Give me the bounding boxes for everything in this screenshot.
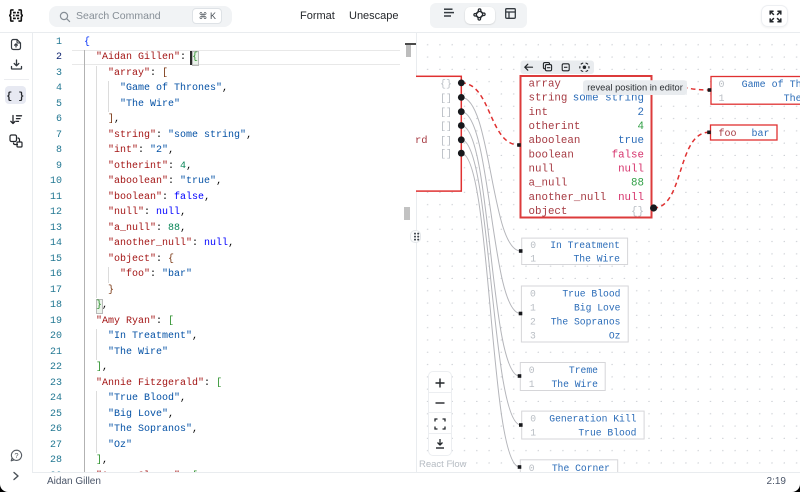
svg-text:1: 1 <box>530 253 536 264</box>
svg-text:Game of Thrones: Game of Thrones <box>742 79 800 91</box>
svg-text:0: 0 <box>530 240 536 251</box>
svg-text:True Blood: True Blood <box>578 427 636 438</box>
svg-text:The Wire: The Wire <box>551 379 598 390</box>
svg-text:{}: {} <box>631 205 644 217</box>
svg-text:4: 4 <box>638 121 644 133</box>
svg-text:true: true <box>618 135 644 147</box>
svg-text:object: object <box>529 205 568 217</box>
svg-text:foo: foo <box>719 128 737 140</box>
svg-text:Big Love: Big Love <box>574 302 621 313</box>
svg-text:null: null <box>618 191 644 203</box>
svg-text:0: 0 <box>719 80 725 91</box>
svg-text:The Sopranos: The Sopranos <box>551 316 621 327</box>
svg-text:1: 1 <box>529 379 535 390</box>
svg-text:0: 0 <box>530 413 536 424</box>
svg-text:2: 2 <box>638 106 644 118</box>
svg-text:null: null <box>618 163 644 175</box>
svg-text:Oz: Oz <box>609 330 621 341</box>
svg-text:another_null: another_null <box>529 191 607 203</box>
svg-text:88: 88 <box>631 177 644 189</box>
svg-text:1: 1 <box>530 427 536 438</box>
svg-text:The Wire: The Wire <box>784 93 800 105</box>
svg-text:[]: [] <box>440 107 452 119</box>
svg-text:3: 3 <box>530 330 536 341</box>
svg-text:0: 0 <box>530 288 536 299</box>
svg-text:1: 1 <box>719 94 725 105</box>
svg-text:2: 2 <box>530 316 536 327</box>
svg-text:{}: {} <box>440 78 452 90</box>
svg-text:[]: [] <box>440 121 452 133</box>
svg-text:1: 1 <box>530 302 536 313</box>
svg-text:bar: bar <box>751 128 769 140</box>
svg-text:aboolean: aboolean <box>529 135 581 147</box>
svg-text:a_null: a_null <box>529 177 568 189</box>
svg-text:?: ? <box>14 451 18 460</box>
svg-text:Generation Kill: Generation Kill <box>549 413 636 424</box>
svg-text:rd: rd <box>416 135 428 147</box>
svg-text:string: string <box>529 92 568 104</box>
svg-text:[]: [] <box>440 92 452 104</box>
svg-text:otherint: otherint <box>529 121 581 133</box>
svg-text:In Treatment: In Treatment <box>550 240 620 251</box>
svg-text:false: false <box>612 149 644 161</box>
svg-text:int: int <box>529 106 548 118</box>
svg-text:True Blood: True Blood <box>562 288 620 299</box>
svg-text:The Wire: The Wire <box>573 253 620 264</box>
svg-text:reveal position in editor: reveal position in editor <box>587 82 683 92</box>
svg-text:null: null <box>529 163 555 175</box>
svg-text:[]: [] <box>440 135 452 147</box>
svg-text:[]: [] <box>440 148 452 160</box>
svg-text:array: array <box>529 78 562 90</box>
svg-text:boolean: boolean <box>529 149 574 161</box>
svg-text:Treme: Treme <box>569 365 598 376</box>
svg-text:0: 0 <box>529 365 535 376</box>
